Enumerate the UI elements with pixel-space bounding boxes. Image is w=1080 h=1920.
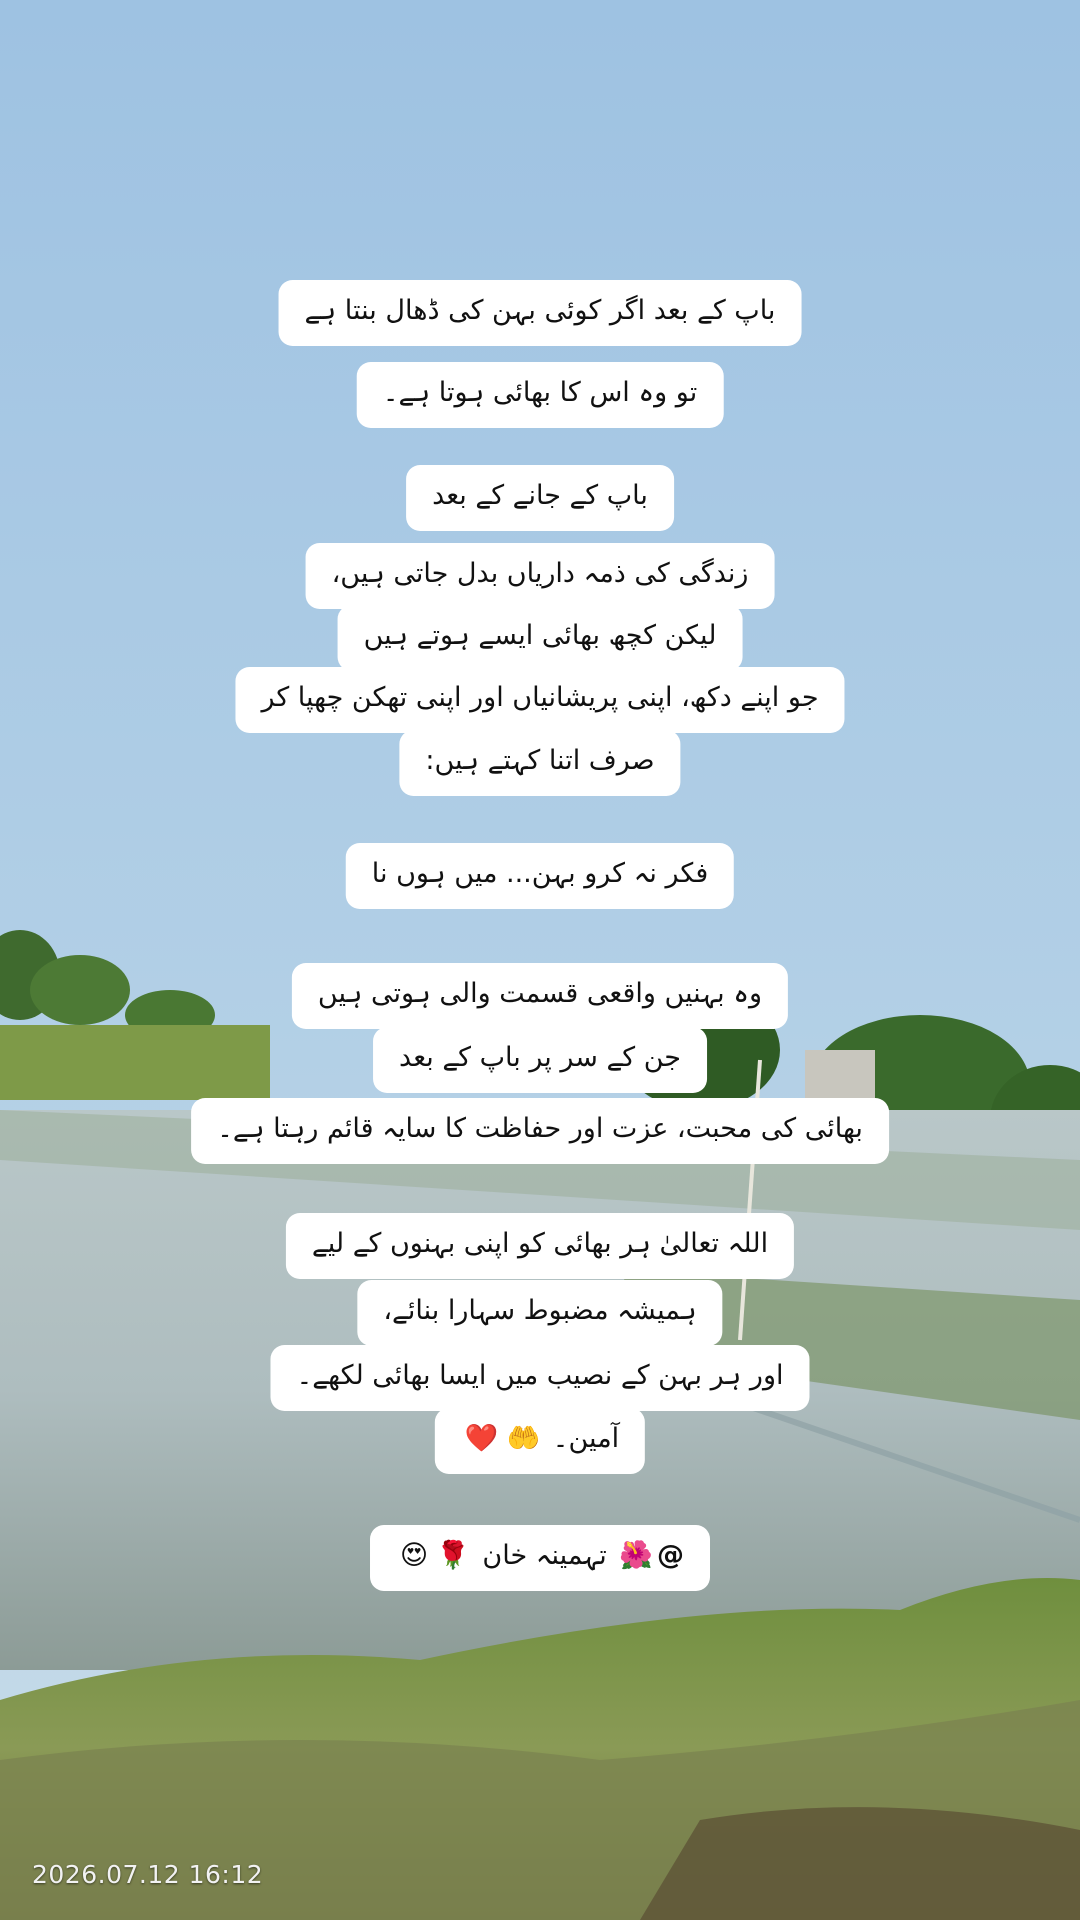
amen-text: آمین۔ (552, 1423, 620, 1454)
caption-line: جو اپنے دکھ، اپنی پریشانیاں اور اپنی تھک… (235, 667, 845, 733)
heart-icon: ❤️ (464, 1423, 499, 1454)
caption-line: اللہ تعالیٰ ہر بھائی کو اپنی بہنوں کے لی… (285, 1213, 795, 1279)
caption-line: تو وہ اس کا بھائی ہوتا ہے۔ (356, 362, 724, 428)
praying-hands-icon: 🤲 (506, 1423, 541, 1454)
signature-line: 😍 🌹 تہمینہ خان 🌺 @ (370, 1525, 710, 1591)
author-name: تہمینہ خان (482, 1540, 607, 1571)
caption-line: اور ہر بہن کے نصیب میں ایسا بھائی لکھے۔ (270, 1345, 810, 1411)
caption-line: بھائی کی محبت، عزت اور حفاظت کا سایہ قائ… (191, 1098, 889, 1164)
rose-icon: 🌹 (436, 1540, 470, 1571)
author-handle: @ (656, 1540, 684, 1571)
caption-line: جن کے سر پر باپ کے بعد (373, 1027, 707, 1093)
caption-line: زندگی کی ذمہ داریاں بدل جاتی ہیں، (305, 543, 775, 609)
caption-line: وہ بہنیں واقعی قسمت والی ہوتی ہیں (291, 963, 789, 1029)
timestamp: 2026.07.12 16:12 (32, 1860, 264, 1889)
amen-line: آمین۔ 🤲❤️ (434, 1408, 646, 1474)
caption-line: فکر نہ کرو بہن... میں ہوں نا (345, 843, 735, 909)
heart-eyes-emoji-icon: 😍 (400, 1540, 429, 1571)
caption-line: لیکن کچھ بھائی ایسے ہوتے ہیں (337, 605, 743, 671)
caption-line: صرف اتنا کہتے ہیں: (399, 730, 681, 796)
hibiscus-icon: 🌺 (619, 1540, 653, 1571)
caption-line: باپ کے بعد اگر کوئی بہن کی ڈھال بنتا ہے (278, 280, 802, 346)
caption-line: باپ کے جانے کے بعد (406, 465, 674, 531)
caption-line: ہمیشہ مضبوط سہارا بنائے، (357, 1280, 723, 1346)
